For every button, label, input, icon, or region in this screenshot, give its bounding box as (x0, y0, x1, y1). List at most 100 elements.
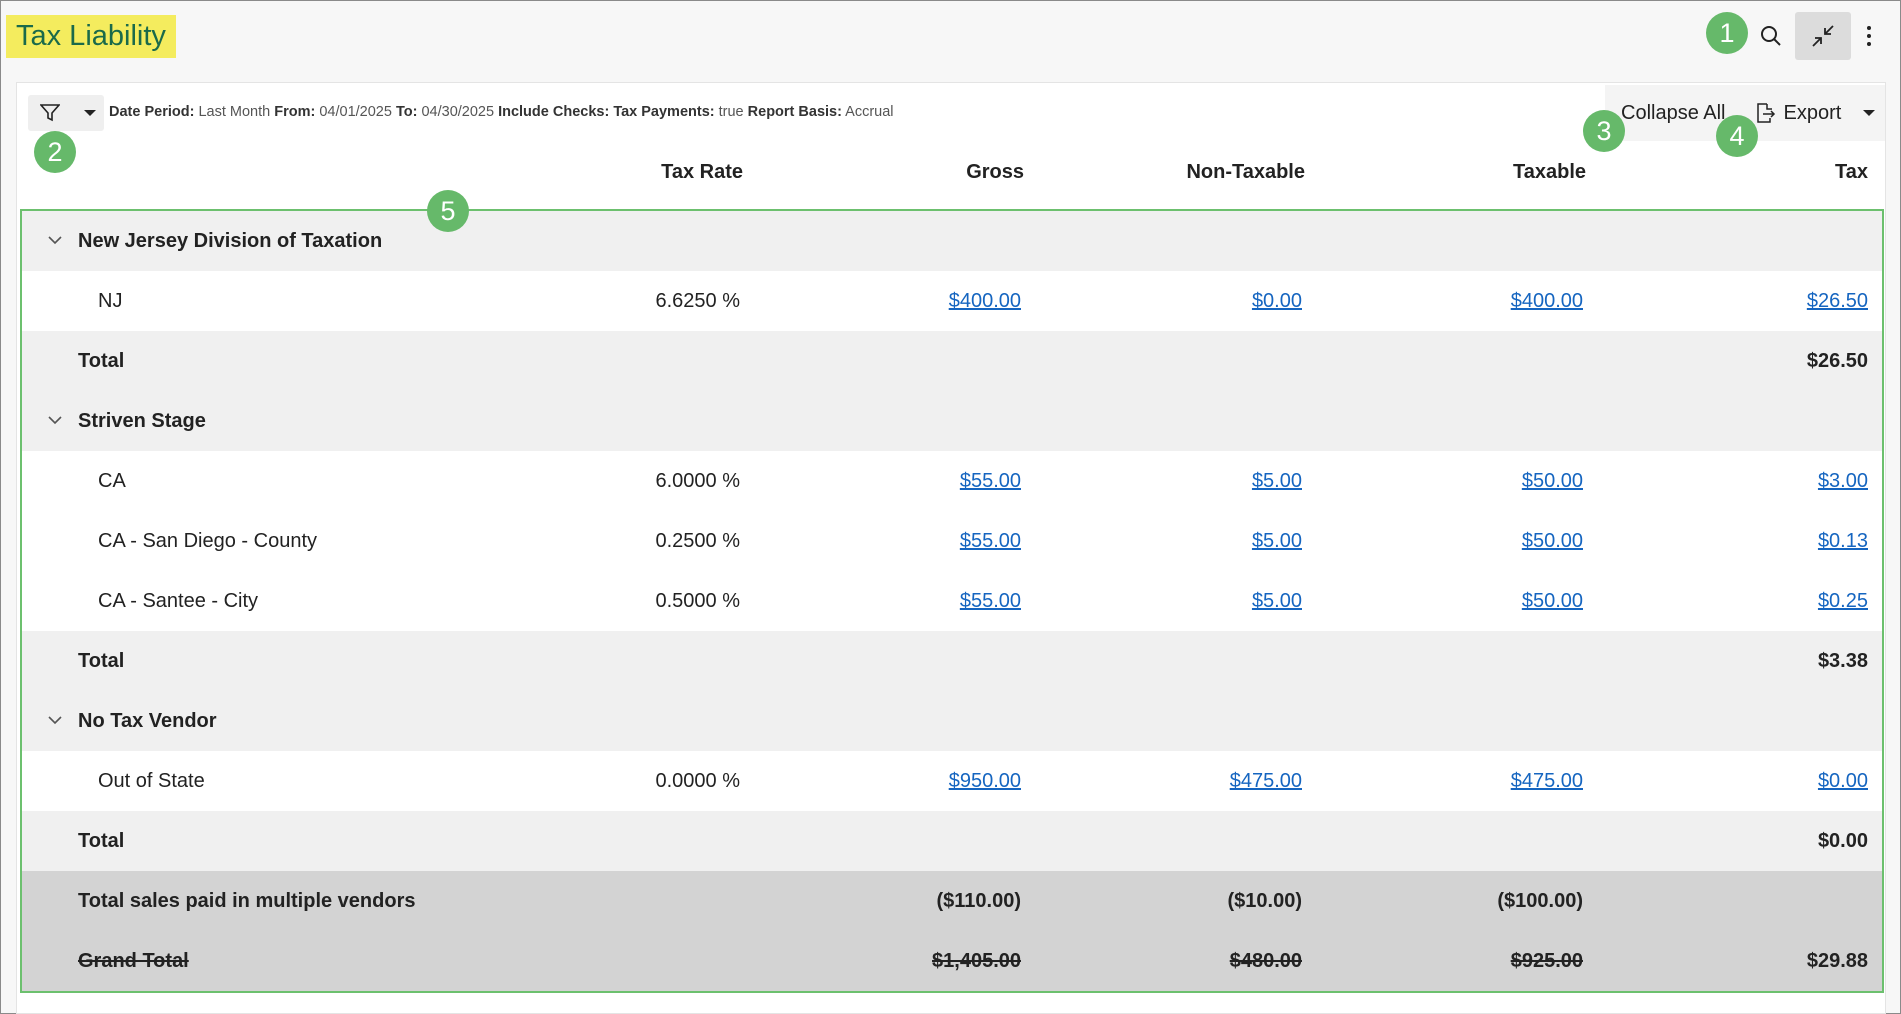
kebab-menu-icon (1867, 26, 1871, 46)
report-basis-label: Report Basis: (747, 104, 842, 120)
callout-badge-5: 5 (427, 190, 469, 232)
tax-rate: 6.0000 % (655, 470, 740, 492)
tax-rate: 0.2500 % (655, 530, 740, 552)
tax-rate: 0.0000 % (655, 770, 740, 792)
chevron-down-icon[interactable] (48, 233, 62, 247)
report-panel: Date Period: Last Month From: 04/01/2025… (16, 82, 1886, 1014)
filter-button[interactable] (28, 95, 104, 131)
non-taxable-link[interactable]: $5.00 (1252, 470, 1302, 492)
column-headers: Tax Rate Gross Non-Taxable Taxable Tax (17, 161, 1885, 201)
total-label: Total (78, 830, 125, 852)
column-header-non-taxable[interactable]: Non-Taxable (1186, 161, 1305, 184)
group-total-row: Total $3.38 (22, 631, 1882, 691)
report-body: New Jersey Division of Taxation NJ 6.625… (20, 209, 1884, 993)
group-total-row: Total $0.00 (22, 811, 1882, 871)
column-header-tax-rate[interactable]: Tax Rate (661, 161, 743, 184)
gross-link[interactable]: $400.00 (949, 290, 1021, 312)
grand-total-taxable: $925.00 (1510, 950, 1583, 972)
page-title: Tax Liability (6, 15, 176, 58)
filter-summary: Date Period: Last Month From: 04/01/2025… (109, 104, 894, 120)
tax-link[interactable]: $0.13 (1818, 530, 1868, 552)
gross-link[interactable]: $950.00 (949, 770, 1021, 792)
chevron-down-icon[interactable] (48, 713, 62, 727)
gross-link[interactable]: $55.00 (960, 590, 1021, 612)
export-chevron-down-icon (1863, 110, 1876, 116)
callout-badge-2: 2 (34, 131, 76, 173)
tax-name: Out of State (98, 770, 205, 792)
callout-badge-4: 4 (1716, 115, 1758, 157)
gross-link[interactable]: $55.00 (960, 530, 1021, 552)
group-name: Striven Stage (78, 410, 206, 432)
multi-vendor-total-row: Total sales paid in multiple vendors ($1… (22, 871, 1882, 931)
taxable-link[interactable]: $50.00 (1522, 590, 1583, 612)
gross-link[interactable]: $55.00 (960, 470, 1021, 492)
tax-rate: 6.6250 % (655, 290, 740, 312)
column-header-gross[interactable]: Gross (966, 161, 1024, 184)
non-taxable-link[interactable]: $5.00 (1252, 530, 1302, 552)
callout-badge-1: 1 (1706, 12, 1748, 54)
table-row: CA - San Diego - County 0.2500 % $55.00 … (22, 511, 1882, 571)
column-header-taxable[interactable]: Taxable (1513, 161, 1586, 184)
group-name: No Tax Vendor (78, 710, 217, 732)
tax-link[interactable]: $3.00 (1818, 470, 1868, 492)
tax-payments-value: true (718, 104, 744, 120)
more-options-button[interactable] (1851, 12, 1887, 60)
export-label: Export (1783, 101, 1842, 124)
funnel-icon (40, 104, 60, 122)
table-row: CA - Santee - City 0.5000 % $55.00 $5.00… (22, 571, 1882, 631)
taxable-link[interactable]: $50.00 (1522, 530, 1583, 552)
top-actions (1747, 12, 1887, 60)
tax-link[interactable]: $26.50 (1807, 290, 1868, 312)
table-row: Out of State 0.0000 % $950.00 $475.00 $4… (22, 751, 1882, 811)
grand-total-gross: $1,405.00 (932, 950, 1021, 972)
table-row: CA 6.0000 % $55.00 $5.00 $50.00 $3.00 (22, 451, 1882, 511)
total-tax: $3.38 (1817, 650, 1868, 672)
table-row: NJ 6.6250 % $400.00 $0.00 $400.00 $26.50 (22, 271, 1882, 331)
tax-name: NJ (98, 290, 123, 312)
tax-name: CA - Santee - City (98, 590, 259, 612)
tax-name: CA - San Diego - County (98, 530, 317, 552)
non-taxable-link[interactable]: $5.00 (1252, 590, 1302, 612)
column-header-tax[interactable]: Tax (1835, 161, 1868, 184)
tax-payments-label: Tax Payments: (613, 104, 715, 120)
search-icon (1761, 26, 1781, 46)
export-file-icon (1756, 103, 1775, 123)
grand-total-label: Grand Total (78, 950, 189, 972)
total-tax: $0.00 (1817, 830, 1868, 852)
to-value: 04/30/2025 (421, 104, 495, 120)
date-period-value: Last Month (198, 104, 271, 120)
group-total-row: Total $26.50 (22, 331, 1882, 391)
group-row[interactable]: New Jersey Division of Taxation (22, 211, 1882, 271)
total-tax: $26.50 (1806, 350, 1868, 372)
group-row[interactable]: No Tax Vendor (22, 691, 1882, 751)
include-checks-label: Include Checks: (498, 104, 610, 120)
report-basis-value: Accrual (845, 104, 894, 120)
tax-link[interactable]: $0.25 (1818, 590, 1868, 612)
export-button[interactable]: Export (1742, 102, 1888, 125)
tax-rate: 0.5000 % (655, 590, 740, 612)
multi-vendor-taxable: ($100.00) (1497, 890, 1583, 912)
non-taxable-link[interactable]: $0.00 (1252, 290, 1302, 312)
chevron-down-icon[interactable] (48, 413, 62, 427)
from-value: 04/01/2025 (319, 104, 392, 120)
minimize-arrows-icon (1812, 25, 1834, 47)
tax-link[interactable]: $0.00 (1818, 770, 1868, 792)
to-label: To: (395, 104, 418, 120)
callout-badge-3: 3 (1583, 110, 1625, 152)
group-name: New Jersey Division of Taxation (78, 230, 383, 252)
grand-total-row: Grand Total $1,405.00 $480.00 $925.00 $2… (22, 931, 1882, 991)
from-label: From: (274, 104, 316, 120)
taxable-link[interactable]: $50.00 (1522, 470, 1583, 492)
group-row[interactable]: Striven Stage (22, 391, 1882, 451)
grand-total-tax: $29.88 (1806, 950, 1868, 972)
taxable-link[interactable]: $400.00 (1511, 290, 1583, 312)
tax-name: CA (98, 470, 126, 492)
grand-total-non-taxable: $480.00 (1229, 950, 1302, 972)
chevron-down-icon (84, 110, 96, 116)
multi-vendor-label: Total sales paid in multiple vendors (78, 890, 416, 912)
search-button[interactable] (1747, 12, 1795, 60)
total-label: Total (78, 650, 125, 672)
taxable-link[interactable]: $475.00 (1511, 770, 1583, 792)
non-taxable-link[interactable]: $475.00 (1230, 770, 1302, 792)
minimize-view-button[interactable] (1795, 12, 1851, 60)
